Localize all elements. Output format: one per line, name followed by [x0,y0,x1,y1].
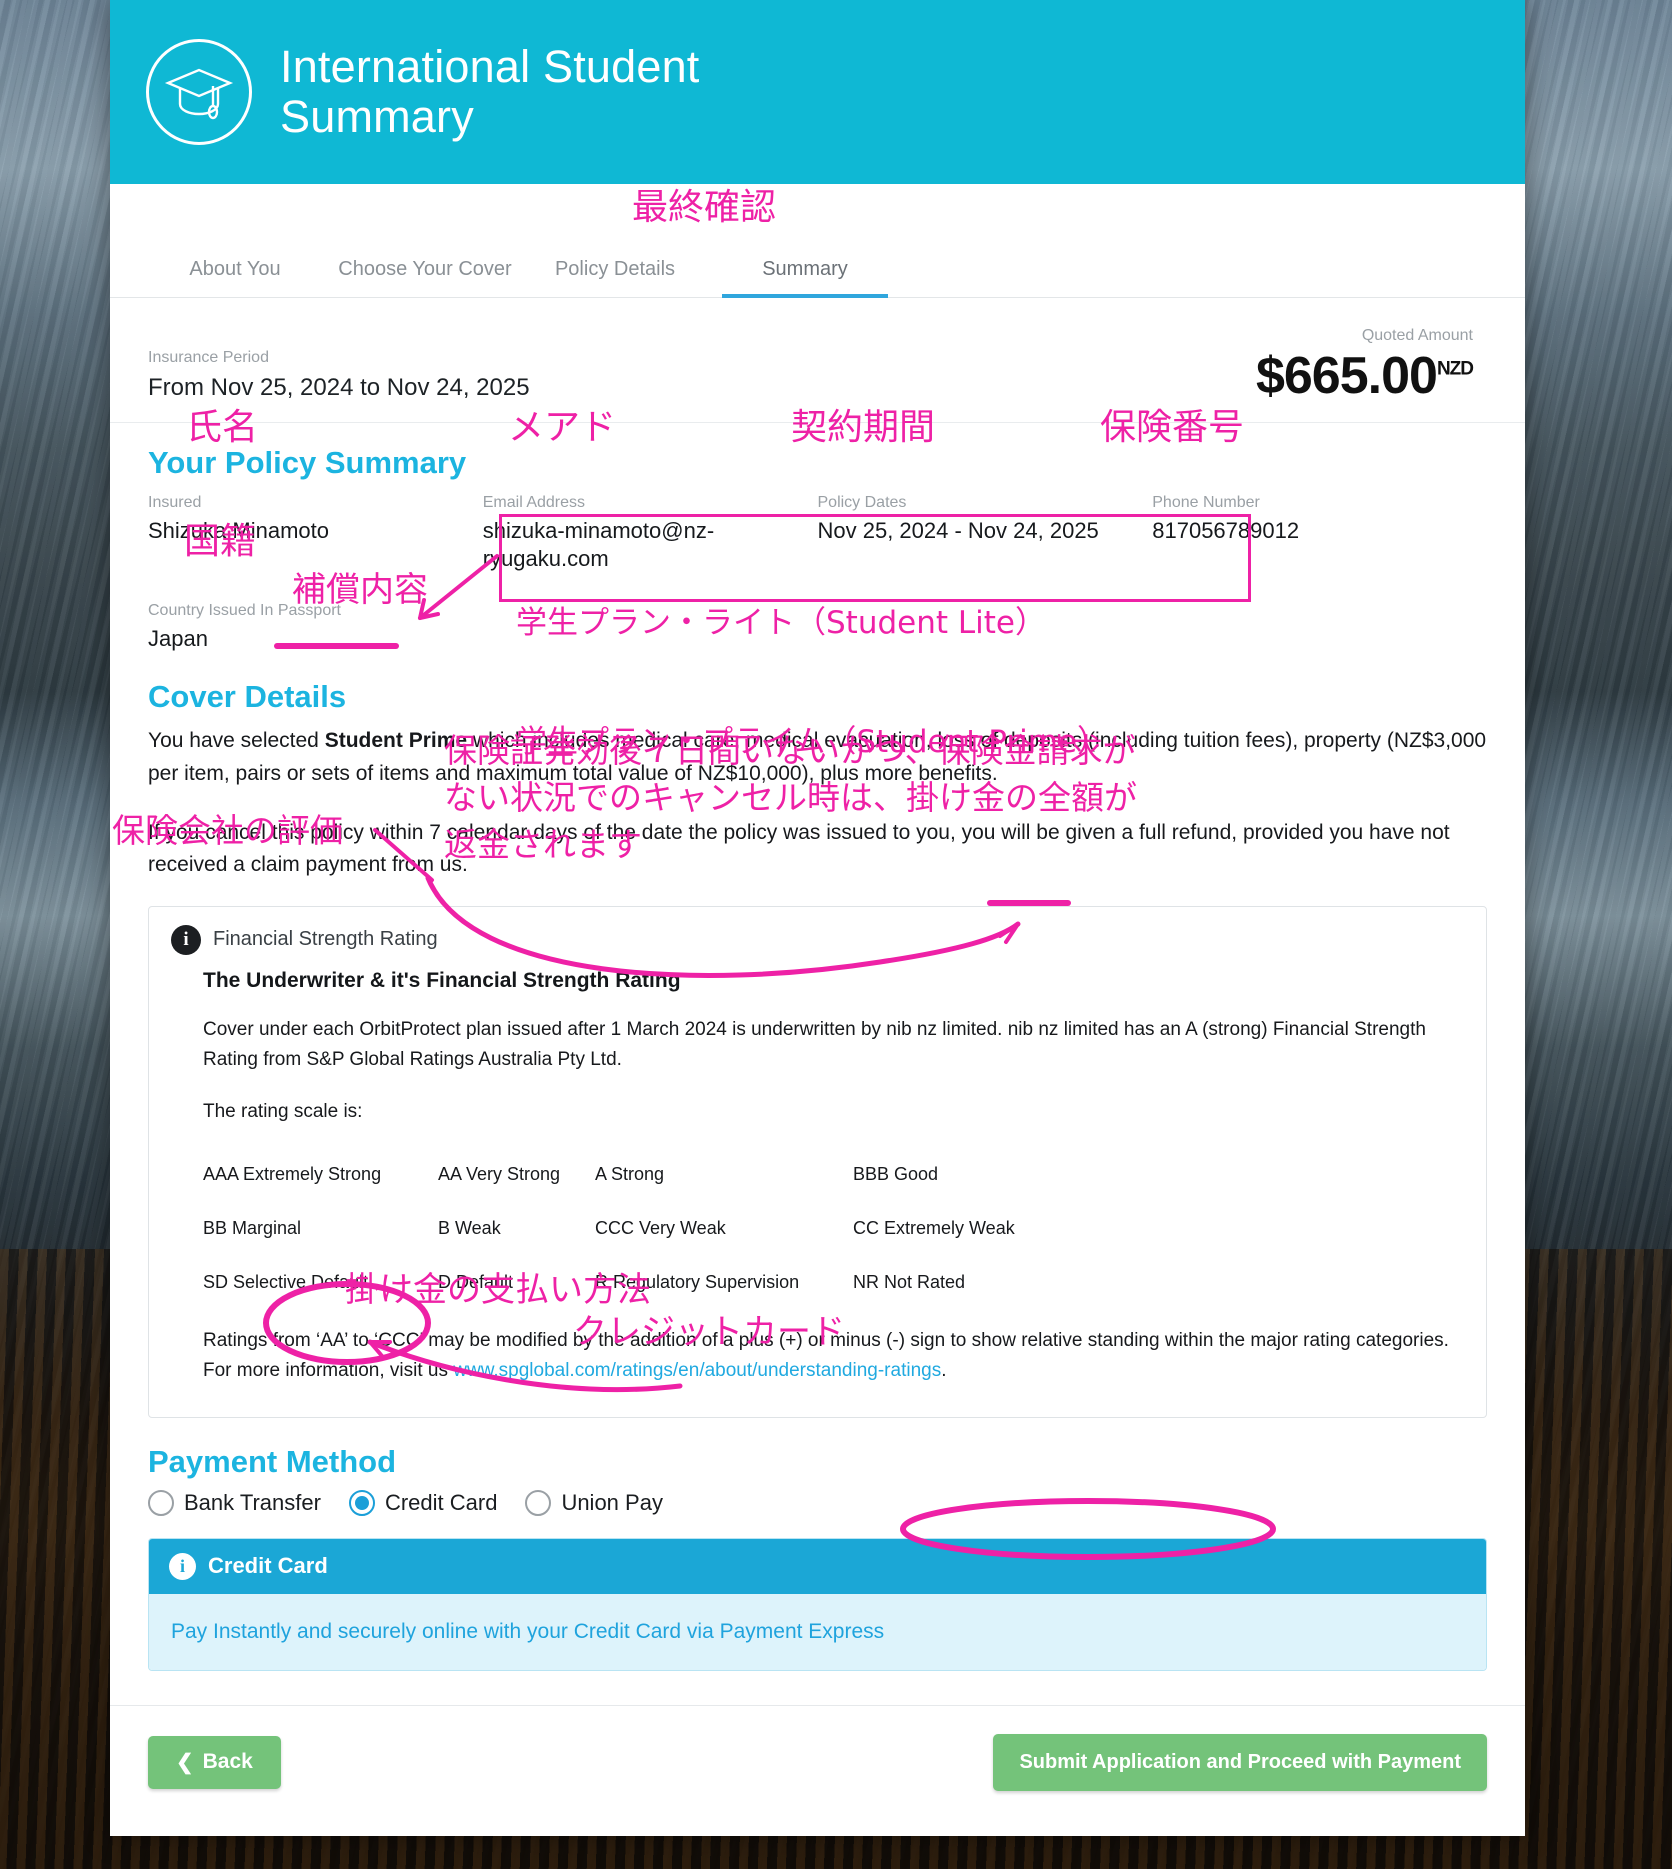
quoted-amount-number: $665.00 [1255,347,1438,405]
info-icon: i [171,924,201,955]
payment-method-section: Payment Method Bank Transfer Credit Card… [110,1444,1525,1516]
rating-footnote: Ratings from ‘AA’ to ‘CCC’ may be modifi… [203,1326,1464,1387]
credit-card-callout-title: Credit Card [208,1553,328,1579]
cover-selected-plan: Student Prime [324,729,468,753]
rating-row: BB Marginal B Weak CCC Very Weak CC Extr… [203,1218,1464,1239]
back-button[interactable]: ❮ Back [148,1735,281,1789]
financial-strength-label: Financial Strength Rating [213,928,438,951]
page-title-line1: International Student [280,40,700,92]
rating-cell: CC Extremely Weak [853,1217,1015,1238]
insurance-period-row: Insurance Period From Nov 25, 2024 to No… [110,298,1525,423]
rating-cell: BB Marginal [203,1217,302,1238]
radio-union-pay[interactable]: Union Pay [525,1489,663,1516]
radio-credit-card-label: Credit Card [384,1489,498,1515]
info-icon: i [169,1552,196,1580]
tab-choose-your-cover[interactable]: Choose Your Cover [330,258,520,297]
rating-cell: SD Selective Default [203,1271,369,1292]
quoted-amount-label: Quoted Amount [1361,327,1473,344]
rating-cell: D Default [438,1271,514,1292]
radio-union-pay-label: Union Pay [561,1489,663,1515]
rating-cell: CCC Very Weak [595,1217,726,1238]
radio-bank-transfer-label: Bank Transfer [184,1489,321,1515]
form-footer: ❮ Back Submit Application and Proceed wi… [110,1704,1525,1821]
annotation-plan-line1: 学生プラン・ライト（Student Lite） [516,605,1046,642]
radio-union-pay-circle[interactable] [525,1489,552,1516]
field-policy-dates-label: Policy Dates [817,494,907,511]
tab-policy-details[interactable]: Policy Details [520,258,710,297]
wizard-tabs: About You Choose Your Cover Policy Detai… [110,184,1525,298]
rating-cell: NR Not Rated [853,1271,966,1292]
quoted-amount: Quoted Amount $665.00NZD [1256,324,1487,402]
payment-method-radios: Bank Transfer Credit Card Union Pay [148,1489,1487,1516]
credit-card-callout-header: i Credit Card [149,1538,1486,1594]
tab-summary[interactable]: Summary [710,258,900,298]
cover-details-cancel: If you cancel this policy within 7 calen… [148,820,1450,877]
credit-card-callout: i Credit Card Pay Instantly and securely… [148,1537,1487,1671]
financial-strength-panel: i Financial Strength Rating The Underwri… [148,905,1487,1418]
radio-credit-card[interactable]: Credit Card [348,1489,498,1516]
field-insured-label: Insured [148,494,202,511]
graduation-cap-icon [146,39,252,145]
financial-strength-paragraph: Cover under each OrbitProtect plan issue… [203,1018,1426,1071]
radio-bank-transfer[interactable]: Bank Transfer [148,1489,321,1516]
policy-summary-title: Your Policy Summary [148,445,467,480]
insurance-period-label: Insurance Period [148,349,269,366]
rating-scale-grid: AAA Extremely Strong AA Very Strong A St… [203,1164,1464,1293]
rating-row: AAA Extremely Strong AA Very Strong A St… [203,1164,1464,1185]
back-button-label: Back [202,1750,253,1774]
radio-credit-card-circle[interactable] [348,1489,375,1516]
rating-cell: AA Very Strong [438,1163,561,1184]
tab-about-you[interactable]: About You [140,258,330,297]
radio-bank-transfer-circle[interactable] [148,1489,174,1516]
field-phone-label: Phone Number [1152,494,1260,511]
spglobal-link[interactable]: www.spglobal.com/ratings/en/about/unders… [453,1360,941,1381]
field-insured: Insured Shizuka Minamoto [148,491,483,573]
rating-cell: R Regulatory Supervision [595,1271,800,1292]
rating-footnote-end: . [941,1360,947,1382]
rating-cell: B Weak [438,1217,501,1238]
cover-selected-prefix: You have selected [148,729,325,753]
rating-scale-intro: The rating scale is: [203,1101,363,1123]
field-insured-value: Shizuka Minamoto [148,518,329,543]
annotation-plan-box: 学生プラン・ライト（Student Lite） 学生プラン・プライム（Stude… [499,514,1251,760]
annotation-plan-line2: 学生プラン・プライム（Student Prime） [516,724,1109,761]
credit-card-callout-body: Pay Instantly and securely online with y… [149,1593,1486,1670]
insurance-period-value: From Nov 25, 2024 to Nov 24, 2025 [148,374,530,401]
application-card: International Student Summary About You … [110,0,1525,1836]
rating-cell: A Strong [595,1163,665,1184]
financial-strength-body: Cover under each OrbitProtect plan issue… [203,1015,1464,1387]
financial-strength-header: i Financial Strength Rating [171,924,1464,955]
rating-row: SD Selective Default D Default R Regulat… [203,1272,1464,1293]
page-title-line2: Summary [280,91,474,142]
quoted-amount-value: $665.00NZD [1255,347,1474,405]
field-email-label: Email Address [482,494,586,511]
rating-cell: AAA Extremely Strong [203,1163,382,1184]
insurance-period: Insurance Period From Nov 25, 2024 to No… [148,346,530,402]
submit-application-button[interactable]: Submit Application and Proceed with Paym… [993,1733,1487,1791]
financial-strength-subtitle: The Underwriter & it's Financial Strengt… [203,968,681,992]
payment-method-title: Payment Method [148,1443,397,1479]
rating-cell: BBB Good [853,1163,939,1184]
quoted-amount-currency: NZD [1436,358,1474,380]
chevron-left-icon: ❮ [176,1750,194,1774]
page-header: International Student Summary [110,0,1525,184]
page-title: International Student Summary [280,40,700,143]
